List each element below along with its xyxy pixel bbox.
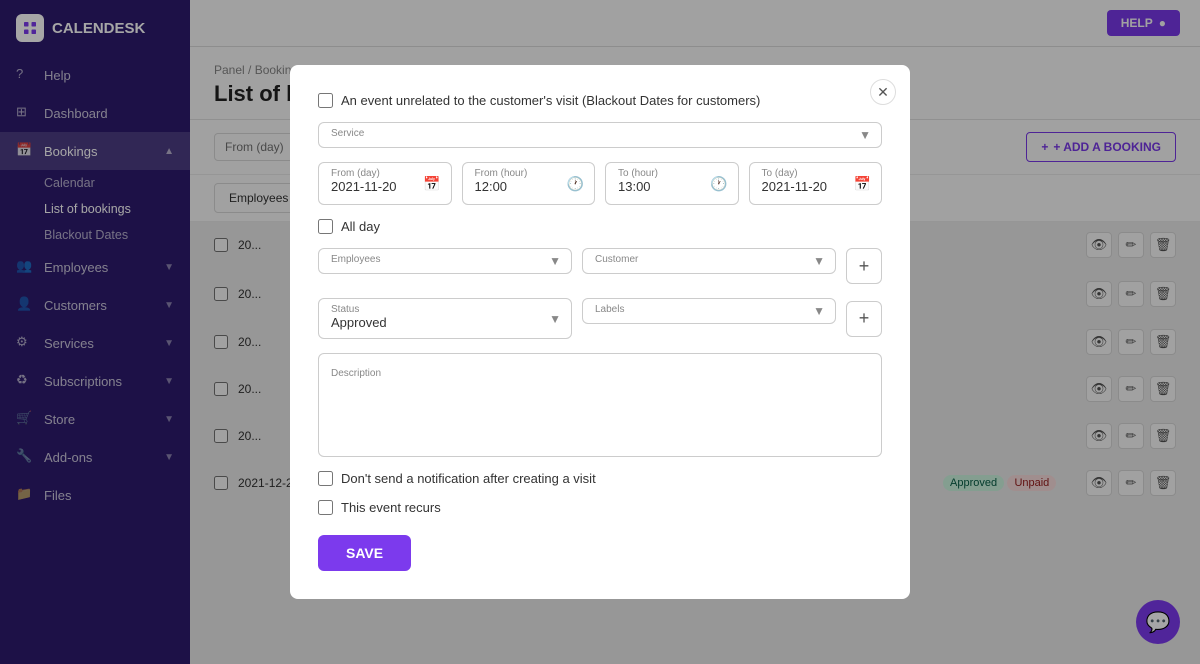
employees-select[interactable]: Employees ▼ — [318, 248, 572, 274]
modal-overlay: ✕ An event unrelated to the customer's v… — [0, 0, 1200, 664]
calendar-icon: 📅 — [423, 175, 440, 192]
blackout-checkbox[interactable] — [318, 93, 333, 108]
service-select[interactable]: Service ▼ — [318, 122, 882, 148]
from-hour-field[interactable]: From (hour) 12:00 🕐 — [462, 162, 596, 205]
no-notification-checkbox[interactable] — [318, 471, 333, 486]
allday-row: All day — [318, 219, 882, 234]
to-day-field[interactable]: To (day) 2021-11-20 📅 — [749, 162, 883, 205]
no-notification-label: Don't send a notification after creating… — [341, 471, 596, 486]
description-field: Description — [318, 353, 882, 457]
employees-label: Employees — [331, 254, 380, 265]
status-chevron-icon: ▼ — [549, 312, 561, 326]
status-select[interactable]: Status Approved ▼ — [318, 298, 572, 339]
save-button[interactable]: SAVE — [318, 535, 411, 571]
allday-checkbox[interactable] — [318, 219, 333, 234]
no-notification-row: Don't send a notification after creating… — [318, 471, 882, 486]
calendar-icon-2: 📅 — [854, 175, 871, 192]
labels-chevron-icon: ▼ — [813, 304, 825, 318]
service-label: Service — [331, 128, 364, 139]
customer-label: Customer — [595, 254, 638, 265]
clock-icon-2: 🕐 — [710, 175, 727, 192]
labels-label: Labels — [595, 304, 624, 315]
blackout-label: An event unrelated to the customer's vis… — [341, 93, 760, 108]
modal-close-button[interactable]: ✕ — [870, 79, 896, 105]
allday-label: All day — [341, 219, 380, 234]
to-hour-field[interactable]: To (hour) 13:00 🕐 — [605, 162, 739, 205]
status-label: Status — [331, 304, 359, 315]
add-label-button[interactable]: + — [846, 301, 882, 337]
booking-modal: ✕ An event unrelated to the customer's v… — [290, 65, 910, 599]
recurs-label: This event recurs — [341, 500, 441, 515]
datetime-row: From (day) 2021-11-20 📅 From (hour) 12:0… — [318, 162, 882, 205]
from-day-field[interactable]: From (day) 2021-11-20 📅 — [318, 162, 452, 205]
recurs-row: This event recurs — [318, 500, 882, 515]
description-label: Description — [331, 368, 869, 379]
customer-chevron-icon: ▼ — [813, 254, 825, 268]
service-chevron-icon: ▼ — [859, 128, 871, 142]
service-value — [331, 137, 869, 139]
employees-chevron-icon: ▼ — [549, 254, 561, 268]
clock-icon: 🕐 — [567, 175, 584, 192]
status-value: Approved — [331, 313, 559, 330]
add-customer-button[interactable]: + — [846, 248, 882, 284]
service-row: Service ▼ — [318, 122, 882, 148]
labels-value — [595, 313, 823, 315]
employees-customer-row: Employees ▼ Customer ▼ + — [318, 248, 882, 284]
status-labels-row: Status Approved ▼ Labels ▼ + — [318, 298, 882, 339]
labels-select[interactable]: Labels ▼ — [582, 298, 836, 324]
recurs-checkbox[interactable] — [318, 500, 333, 515]
description-input[interactable] — [331, 383, 869, 443]
blackout-row: An event unrelated to the customer's vis… — [318, 93, 882, 108]
customer-select[interactable]: Customer ▼ — [582, 248, 836, 274]
